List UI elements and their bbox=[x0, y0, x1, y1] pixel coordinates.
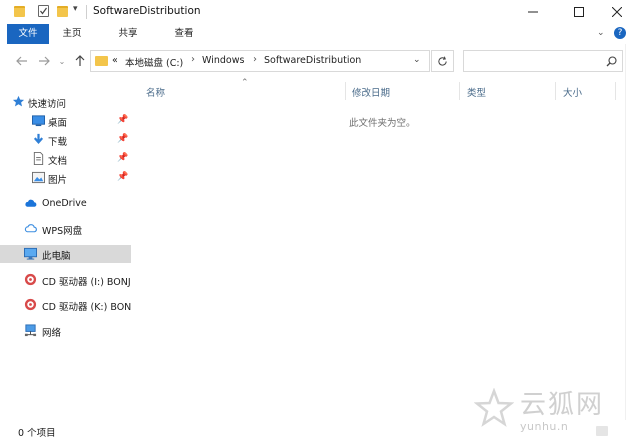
watermark: 云狐网 yunhu.n bbox=[470, 382, 630, 442]
search-input[interactable] bbox=[463, 50, 623, 72]
file-list[interactable]: ⌃ 名称 修改日期 类型 大小 此文件夹为空。 bbox=[131, 78, 625, 420]
help-icon[interactable]: ? bbox=[614, 27, 626, 39]
sidebar-item-label: CD 驱动器 (I:) BONJ bbox=[42, 277, 131, 288]
refresh-icon bbox=[438, 56, 447, 66]
pictures-icon bbox=[32, 171, 45, 184]
star-logo-icon bbox=[474, 388, 514, 427]
folder-icon bbox=[14, 6, 25, 17]
address-dropdown-icon[interactable]: ⌄ bbox=[413, 55, 421, 65]
sidebar-item-cd-drive-k[interactable]: CD 驱动器 (K:) BON bbox=[0, 296, 131, 314]
pin-icon[interactable]: 📌 bbox=[117, 153, 128, 163]
document-icon bbox=[33, 152, 44, 165]
sidebar-item-label: 文档 bbox=[48, 156, 68, 167]
sidebar-item-label: 网络 bbox=[42, 328, 62, 339]
sidebar-item-this-pc[interactable]: 此电脑 bbox=[0, 245, 131, 263]
folder-icon bbox=[95, 56, 108, 66]
desktop-icon bbox=[32, 115, 45, 127]
star-icon bbox=[12, 95, 25, 107]
title-bar: ▾ SoftwareDistribution bbox=[0, 0, 640, 24]
column-header-date-modified[interactable]: 修改日期 bbox=[352, 85, 390, 99]
pin-icon[interactable]: 📌 bbox=[117, 115, 128, 125]
pin-icon[interactable]: 📌 bbox=[117, 172, 128, 182]
sidebar-item-label: OneDrive bbox=[42, 198, 87, 209]
sidebar-item-label: CD 驱动器 (K:) BON bbox=[42, 302, 131, 313]
ribbon-tabs: 文件 主页 共享 查看 ⌄ ? bbox=[0, 24, 640, 45]
divider bbox=[86, 5, 87, 19]
column-header-name[interactable]: 名称 bbox=[146, 85, 165, 99]
sidebar-item-pictures[interactable]: 图片 📌 bbox=[0, 169, 131, 187]
sidebar-item-desktop[interactable]: 桌面 📌 bbox=[0, 112, 131, 130]
refresh-button[interactable] bbox=[431, 50, 454, 72]
vertical-scrollbar[interactable] bbox=[625, 44, 640, 420]
cd-drive-icon bbox=[24, 298, 37, 311]
watermark-text: 云狐网 bbox=[520, 390, 605, 420]
sidebar-item-downloads[interactable]: 下载 📌 bbox=[0, 131, 131, 149]
column-header-size[interactable]: 大小 bbox=[563, 85, 582, 99]
column-header-type[interactable]: 类型 bbox=[467, 85, 486, 99]
cloud-icon bbox=[24, 224, 37, 233]
navigation-pane: 快速访问 桌面 📌 下载 📌 文档 📌 图片 📌 OneDrive WPS网盘 … bbox=[0, 80, 131, 420]
sidebar-item-quick-access[interactable]: 快速访问 bbox=[0, 93, 131, 111]
column-divider[interactable] bbox=[615, 82, 616, 100]
sidebar-item-label: 下载 bbox=[48, 137, 68, 148]
column-divider[interactable] bbox=[459, 82, 460, 100]
expand-ribbon-icon[interactable]: ⌄ bbox=[597, 28, 605, 38]
breadcrumb-drive[interactable]: 本地磁盘 (C:) bbox=[125, 55, 183, 69]
sidebar-item-label: 此电脑 bbox=[42, 251, 71, 262]
sort-ascending-icon: ⌃ bbox=[241, 78, 249, 88]
computer-icon bbox=[24, 247, 37, 260]
column-divider[interactable] bbox=[555, 82, 556, 100]
network-icon bbox=[24, 324, 37, 337]
item-count: 0 个项目 bbox=[18, 428, 56, 439]
tab-file[interactable]: 文件 bbox=[7, 24, 49, 44]
column-divider[interactable] bbox=[345, 82, 346, 100]
properties-icon[interactable] bbox=[38, 5, 49, 17]
download-icon bbox=[33, 133, 44, 144]
watermark-url: yunhu.n bbox=[520, 420, 569, 433]
breadcrumb-chevron-icon[interactable]: › bbox=[191, 54, 195, 65]
cd-drive-icon bbox=[24, 273, 37, 286]
breadcrumb-softwaredistribution[interactable]: SoftwareDistribution bbox=[264, 55, 361, 66]
sidebar-item-label: WPS网盘 bbox=[42, 226, 83, 237]
tab-home[interactable]: 主页 bbox=[55, 24, 89, 44]
empty-folder-message: 此文件夹为空。 bbox=[349, 118, 416, 129]
sidebar-item-wps-cloud[interactable]: WPS网盘 bbox=[0, 220, 131, 238]
sidebar-item-onedrive[interactable]: OneDrive bbox=[0, 195, 131, 213]
breadcrumb-overflow[interactable]: « bbox=[112, 55, 118, 66]
window-title: SoftwareDistribution bbox=[93, 5, 201, 17]
sidebar-item-network[interactable]: 网络 bbox=[0, 322, 131, 340]
recent-locations-icon[interactable]: ⌄ bbox=[54, 53, 70, 69]
sidebar-item-label: 图片 bbox=[48, 175, 68, 186]
minimize-button[interactable] bbox=[510, 0, 556, 24]
sidebar-item-documents[interactable]: 文档 📌 bbox=[0, 150, 131, 168]
pin-icon[interactable]: 📌 bbox=[117, 134, 128, 144]
sidebar-item-label: 桌面 bbox=[48, 118, 68, 129]
sidebar-item-label: 快速访问 bbox=[28, 99, 67, 110]
tab-view[interactable]: 查看 bbox=[167, 24, 201, 44]
address-bar[interactable]: « 本地磁盘 (C:) › Windows › SoftwareDistribu… bbox=[90, 50, 430, 72]
new-folder-icon[interactable] bbox=[57, 6, 68, 17]
forward-button[interactable] bbox=[36, 53, 52, 69]
customize-toolbar-icon[interactable]: ▾ bbox=[73, 4, 78, 14]
breadcrumb-windows[interactable]: Windows bbox=[202, 55, 244, 66]
cloud-icon bbox=[25, 199, 37, 207]
breadcrumb-chevron-icon[interactable]: › bbox=[253, 54, 257, 65]
tab-share[interactable]: 共享 bbox=[111, 24, 145, 44]
search-icon bbox=[606, 56, 617, 67]
navigation-bar: ⌄ « 本地磁盘 (C:) › Windows › SoftwareDistri… bbox=[0, 44, 640, 80]
watermark-badge-icon bbox=[596, 426, 608, 436]
sidebar-item-cd-drive-i[interactable]: CD 驱动器 (I:) BONJ bbox=[0, 271, 131, 289]
up-button[interactable] bbox=[72, 53, 88, 69]
close-button[interactable] bbox=[594, 0, 640, 24]
back-button[interactable] bbox=[14, 53, 30, 69]
